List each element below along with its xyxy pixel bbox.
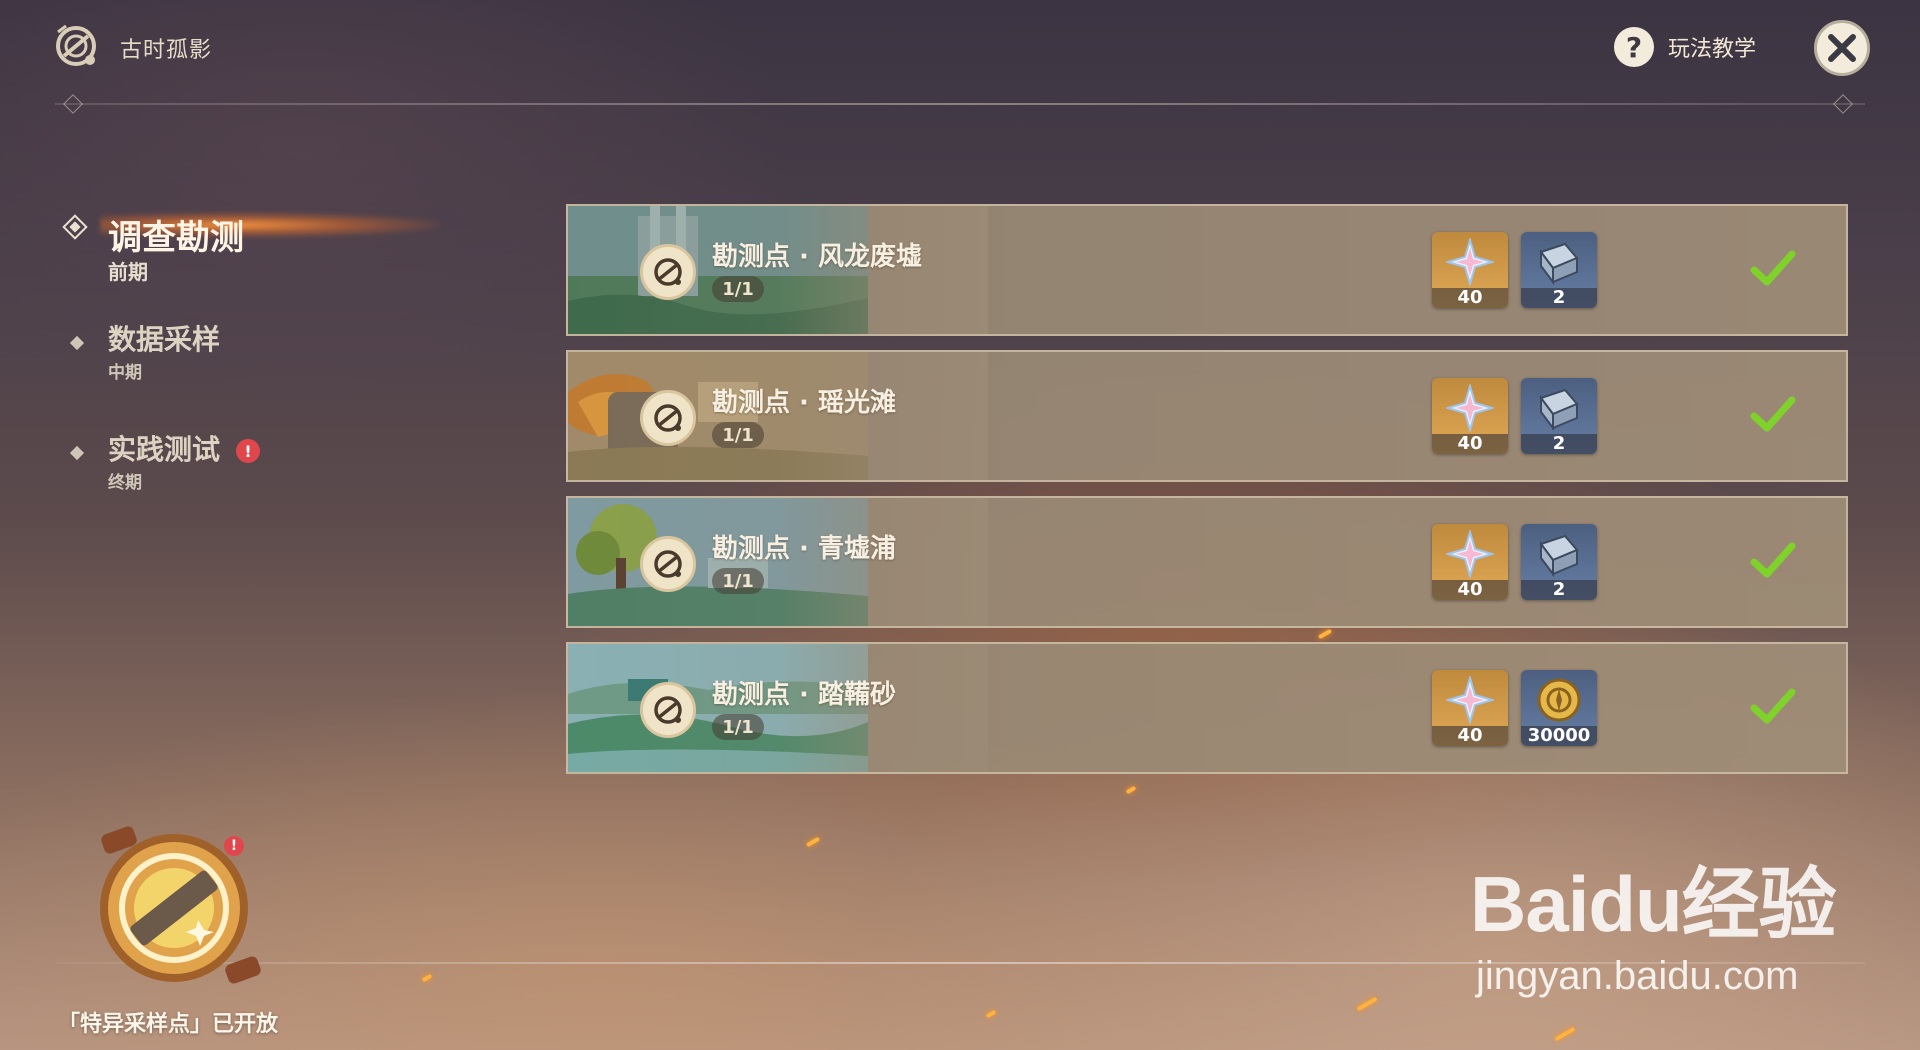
survey-progress: 1/1	[712, 276, 764, 302]
survey-progress: 1/1	[712, 568, 764, 594]
diamond-icon	[69, 335, 85, 351]
survey-card[interactable]: 勘测点 · 青墟浦 1/1 40 2	[566, 496, 1848, 628]
check-icon	[1750, 396, 1796, 432]
reward-count: 30000	[1521, 726, 1597, 746]
nav-label: 调查勘测	[108, 218, 244, 258]
close-icon	[1828, 34, 1856, 62]
nav-label: 实践测试	[108, 433, 221, 466]
check-icon	[1750, 250, 1796, 286]
hero-wit-book-icon	[1539, 388, 1579, 431]
nav-sub: 中期	[108, 363, 142, 383]
watermark-brand: Baidu经验	[1470, 860, 1837, 948]
survey-title: 勘测点 · 踏鞴砂	[712, 680, 896, 710]
question-mark-icon: ?	[1614, 27, 1654, 67]
nav-sub: 前期	[108, 260, 148, 284]
survey-card[interactable]: 勘测点 · 踏鞴砂 1/1 40 30000	[566, 642, 1848, 774]
survey-title: 勘测点 · 风龙废墟	[712, 242, 922, 272]
mora-coin-icon	[1537, 678, 1581, 722]
nav-item-sampling[interactable]: 数据采样 中期	[60, 318, 460, 388]
top-divider	[55, 103, 1865, 105]
alert-badge: !	[236, 439, 261, 463]
diamond-icon	[69, 445, 85, 461]
compass-gear-icon	[52, 22, 100, 70]
sampling-device-icon	[100, 826, 261, 984]
survey-card[interactable]: 勘测点 · 风龙废墟 1/1 40 2	[566, 204, 1848, 336]
ember-particle	[1554, 1026, 1576, 1042]
reward-count: 2	[1521, 288, 1597, 308]
reward-count: 2	[1521, 434, 1597, 454]
check-icon	[1750, 542, 1796, 578]
watermark-url: jingyan.baidu.com	[1476, 954, 1799, 998]
app-title: 古时孤影	[120, 38, 213, 63]
reward-primogem[interactable]: 40	[1432, 670, 1508, 746]
reward-count: 40	[1432, 580, 1508, 600]
nav-label: 数据采样	[108, 323, 221, 356]
ember-particle	[1356, 996, 1378, 1012]
primogem-icon	[1446, 676, 1494, 724]
baidu-watermark: Baidu经验 jingyan.baidu.com	[1470, 842, 1837, 1012]
survey-progress: 1/1	[712, 714, 764, 740]
primogem-icon	[1446, 530, 1494, 578]
check-icon	[1750, 688, 1796, 724]
ember-particle	[985, 1009, 997, 1019]
survey-emblem-icon	[640, 536, 696, 592]
reward-book[interactable]: 2	[1521, 524, 1597, 600]
reward-primogem[interactable]: 40	[1432, 524, 1508, 600]
survey-title: 勘测点 · 瑶光滩	[712, 388, 896, 418]
reward-primogem[interactable]: 40	[1432, 232, 1508, 308]
help-label: 玩法教学	[1668, 37, 1757, 62]
reward-count: 40	[1432, 726, 1508, 746]
help-button[interactable]: ? 玩法教学	[1614, 24, 1756, 70]
ember-particle	[1317, 628, 1333, 640]
reward-primogem[interactable]: 40	[1432, 378, 1508, 454]
nav-item-survey[interactable]: 调查勘测 前期	[60, 200, 460, 290]
reward-book[interactable]: 2	[1521, 232, 1597, 308]
survey-emblem-icon	[640, 682, 696, 738]
ember-particle	[805, 836, 821, 848]
survey-card[interactable]: 勘测点 · 瑶光滩 1/1 40 2	[566, 350, 1848, 482]
reward-count: 2	[1521, 580, 1597, 600]
survey-emblem-icon	[640, 244, 696, 300]
hero-wit-book-icon	[1539, 242, 1579, 285]
reward-count: 40	[1432, 288, 1508, 308]
survey-emblem-icon	[640, 390, 696, 446]
reward-count: 40	[1432, 434, 1508, 454]
primogem-icon	[1446, 384, 1494, 432]
survey-title: 勘测点 · 青墟浦	[712, 534, 896, 564]
nav-label-row: 实践测试!	[108, 428, 261, 468]
reward-book[interactable]: 2	[1521, 378, 1597, 454]
ember-particle	[421, 973, 433, 983]
active-diamond-icon	[62, 214, 88, 240]
widget-label: 「特异采样点」已开放	[58, 1012, 279, 1037]
nav-sub: 终期	[108, 473, 142, 493]
widget-alert-badge: !	[224, 836, 244, 856]
survey-progress: 1/1	[712, 422, 764, 448]
close-button[interactable]	[1814, 20, 1870, 76]
top-bar: 古时孤影 ? 玩法教学	[0, 0, 1920, 110]
hero-wit-book-icon	[1539, 534, 1579, 577]
nav-item-practice[interactable]: 实践测试! 终期	[60, 428, 460, 498]
reward-mora[interactable]: 30000	[1521, 670, 1597, 746]
primogem-icon	[1446, 238, 1494, 286]
ember-particle	[1125, 785, 1137, 795]
